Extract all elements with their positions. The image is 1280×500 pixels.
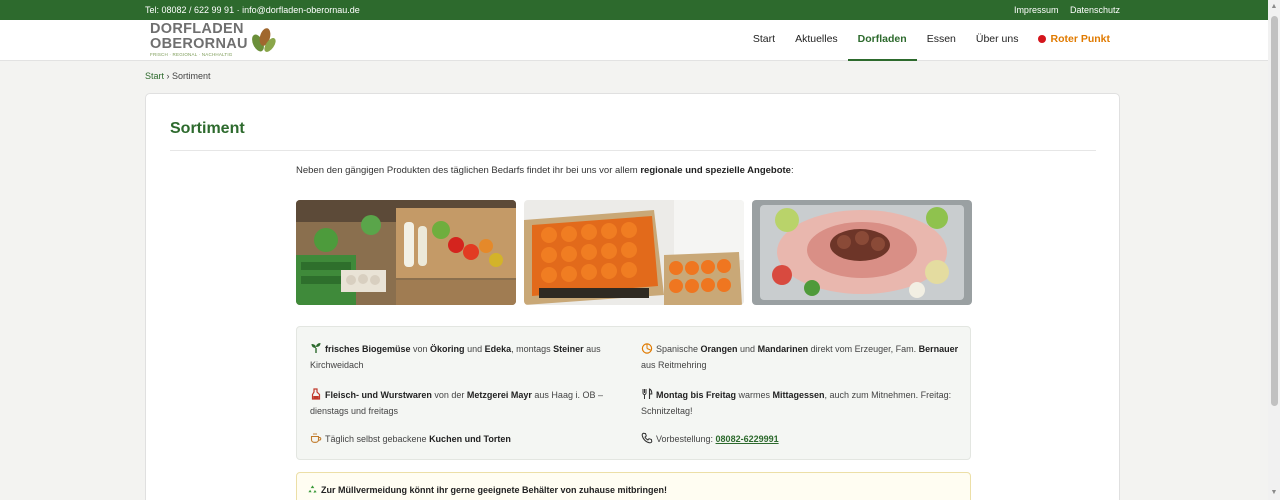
veg-t3: , montags (511, 344, 554, 354)
intro-text: Neben den gängigen Produkten des täglich… (296, 165, 794, 176)
lunch-t1: warmes (736, 390, 773, 400)
contact-info[interactable]: Tel: 08082 / 622 99 91 · info@dorfladen-… (145, 5, 360, 15)
logo-tagline: FRISCH · REGIONAL · NACHHALTIG (150, 52, 233, 58)
fruit-b3: Bernauer (918, 344, 959, 354)
intro-suffix: : (790, 165, 794, 176)
leaves-icon (251, 28, 276, 52)
utensils-icon (642, 388, 653, 399)
nav-essen[interactable]: Essen (917, 20, 966, 61)
logo-line-2: OBERORNAU (150, 35, 248, 52)
lunch-b1: Montag bis Freitag (656, 390, 737, 400)
phone-icon (641, 432, 653, 444)
offer-box: frisches Biogemüse von Ökoring und Edeka… (296, 326, 971, 460)
top-links: Impressum Datenschutz (1005, 5, 1120, 15)
nav-ueber-uns[interactable]: Über uns (966, 20, 1029, 61)
veg-b4: Steiner (553, 344, 584, 354)
page-title: Sortiment (170, 120, 245, 137)
lunch-b2: Mittagessen (772, 390, 825, 400)
intro-prefix: Neben den gängigen Produkten des täglich… (296, 165, 641, 176)
logo-line-1: DORFLADEN (150, 21, 244, 38)
meat-icon (311, 388, 321, 400)
fruit-t3: direkt vom Erzeuger, Fam. (808, 344, 919, 354)
page-scrollbar[interactable]: ▲ ▼ (1268, 0, 1280, 500)
vegetables-photo[interactable] (296, 200, 516, 305)
intro-bold: regionale und spezielle Angebote (640, 165, 791, 176)
nav-dorfladen[interactable]: Dorfladen (847, 20, 917, 61)
seedling-icon (311, 343, 321, 353)
offer-meat: Fleisch- und Wurstwaren von der Metzgere… (310, 387, 635, 419)
order-phone-link[interactable]: 08082-6229991 (716, 434, 779, 444)
breadcrumb: Start › Sortiment (145, 71, 211, 81)
orange-icon (641, 343, 653, 354)
recycling-notice: Zur Müllvermeidung könnt ihr gerne geeig… (296, 472, 971, 500)
nav-start[interactable]: Start (743, 20, 785, 61)
veg-b2: Ökoring (430, 344, 465, 354)
offer-vegetables: frisches Biogemüse von Ökoring und Edeka… (310, 341, 635, 373)
roter-punkt-label: Roter Punkt (1050, 33, 1110, 45)
offer-lunch: Montag bis Freitag warmes Mittagessen, a… (641, 387, 966, 419)
content-card: Sortiment Neben den gängigen Produkten d… (145, 93, 1120, 500)
datenschutz-link[interactable]: Datenschutz (1070, 5, 1120, 15)
red-dot-icon (1038, 35, 1047, 43)
top-bar: Tel: 08082 / 622 99 91 · info@dorfladen-… (0, 0, 1280, 20)
scroll-up-icon[interactable]: ▲ (1270, 3, 1278, 11)
fruit-t4: aus Reitmehring (641, 360, 707, 370)
recycle-icon (308, 485, 317, 493)
veg-t2: und (464, 344, 485, 354)
photo-gallery (296, 200, 972, 305)
coffee-cup-icon (310, 433, 322, 443)
meat-t1: von der (431, 390, 467, 400)
veg-b3: Edeka (484, 344, 512, 354)
cake-b1: Kuchen und Torten (429, 434, 511, 444)
offer-fruit: Spanische Orangen und Mandarinen direkt … (641, 341, 966, 373)
nav-aktuelles[interactable]: Aktuelles (785, 20, 848, 61)
veg-t1: von (410, 344, 431, 354)
main-menu: Start Aktuelles Dorfladen Essen Über uns… (743, 20, 1120, 61)
breadcrumb-home[interactable]: Start (145, 71, 164, 81)
fruit-b2: Mandarinen (757, 344, 809, 354)
meat-b2: Metzgerei Mayr (466, 390, 532, 400)
meat-b1: Fleisch- und Wurstwaren (325, 390, 432, 400)
offer-cake: Täglich selbst gebackene Kuchen und Tort… (310, 431, 635, 447)
veg-b1: frisches Biogemüse (325, 344, 411, 354)
oranges-photo[interactable] (524, 200, 744, 305)
breadcrumb-current: Sortiment (172, 71, 211, 81)
impressum-link[interactable]: Impressum (1014, 5, 1059, 15)
scroll-down-icon[interactable]: ▼ (1270, 489, 1278, 497)
scrollbar-thumb[interactable] (1271, 16, 1278, 406)
notice-text: Zur Müllvermeidung könnt ihr gerne geeig… (321, 485, 668, 495)
main-navbar: DORFLADEN OBERORNAU FRISCH · REGIONAL · … (0, 20, 1280, 61)
nav-roter-punkt[interactable]: Roter Punkt (1028, 20, 1120, 61)
fruit-t1: Spanische (656, 344, 701, 354)
offer-order: Vorbestellung: 08082-6229991 (641, 431, 966, 447)
fruit-b1: Orangen (700, 344, 738, 354)
order-label: Vorbestellung: (656, 434, 716, 444)
site-logo[interactable]: DORFLADEN OBERORNAU FRISCH · REGIONAL · … (150, 22, 276, 58)
title-divider (170, 150, 1096, 151)
fruit-t2: und (737, 344, 758, 354)
cake-t1: Täglich selbst gebackene (325, 434, 430, 444)
cold-cuts-photo[interactable] (752, 200, 972, 305)
breadcrumb-separator: › (166, 71, 170, 81)
logo-text: DORFLADEN OBERORNAU FRISCH · REGIONAL · … (150, 22, 248, 58)
